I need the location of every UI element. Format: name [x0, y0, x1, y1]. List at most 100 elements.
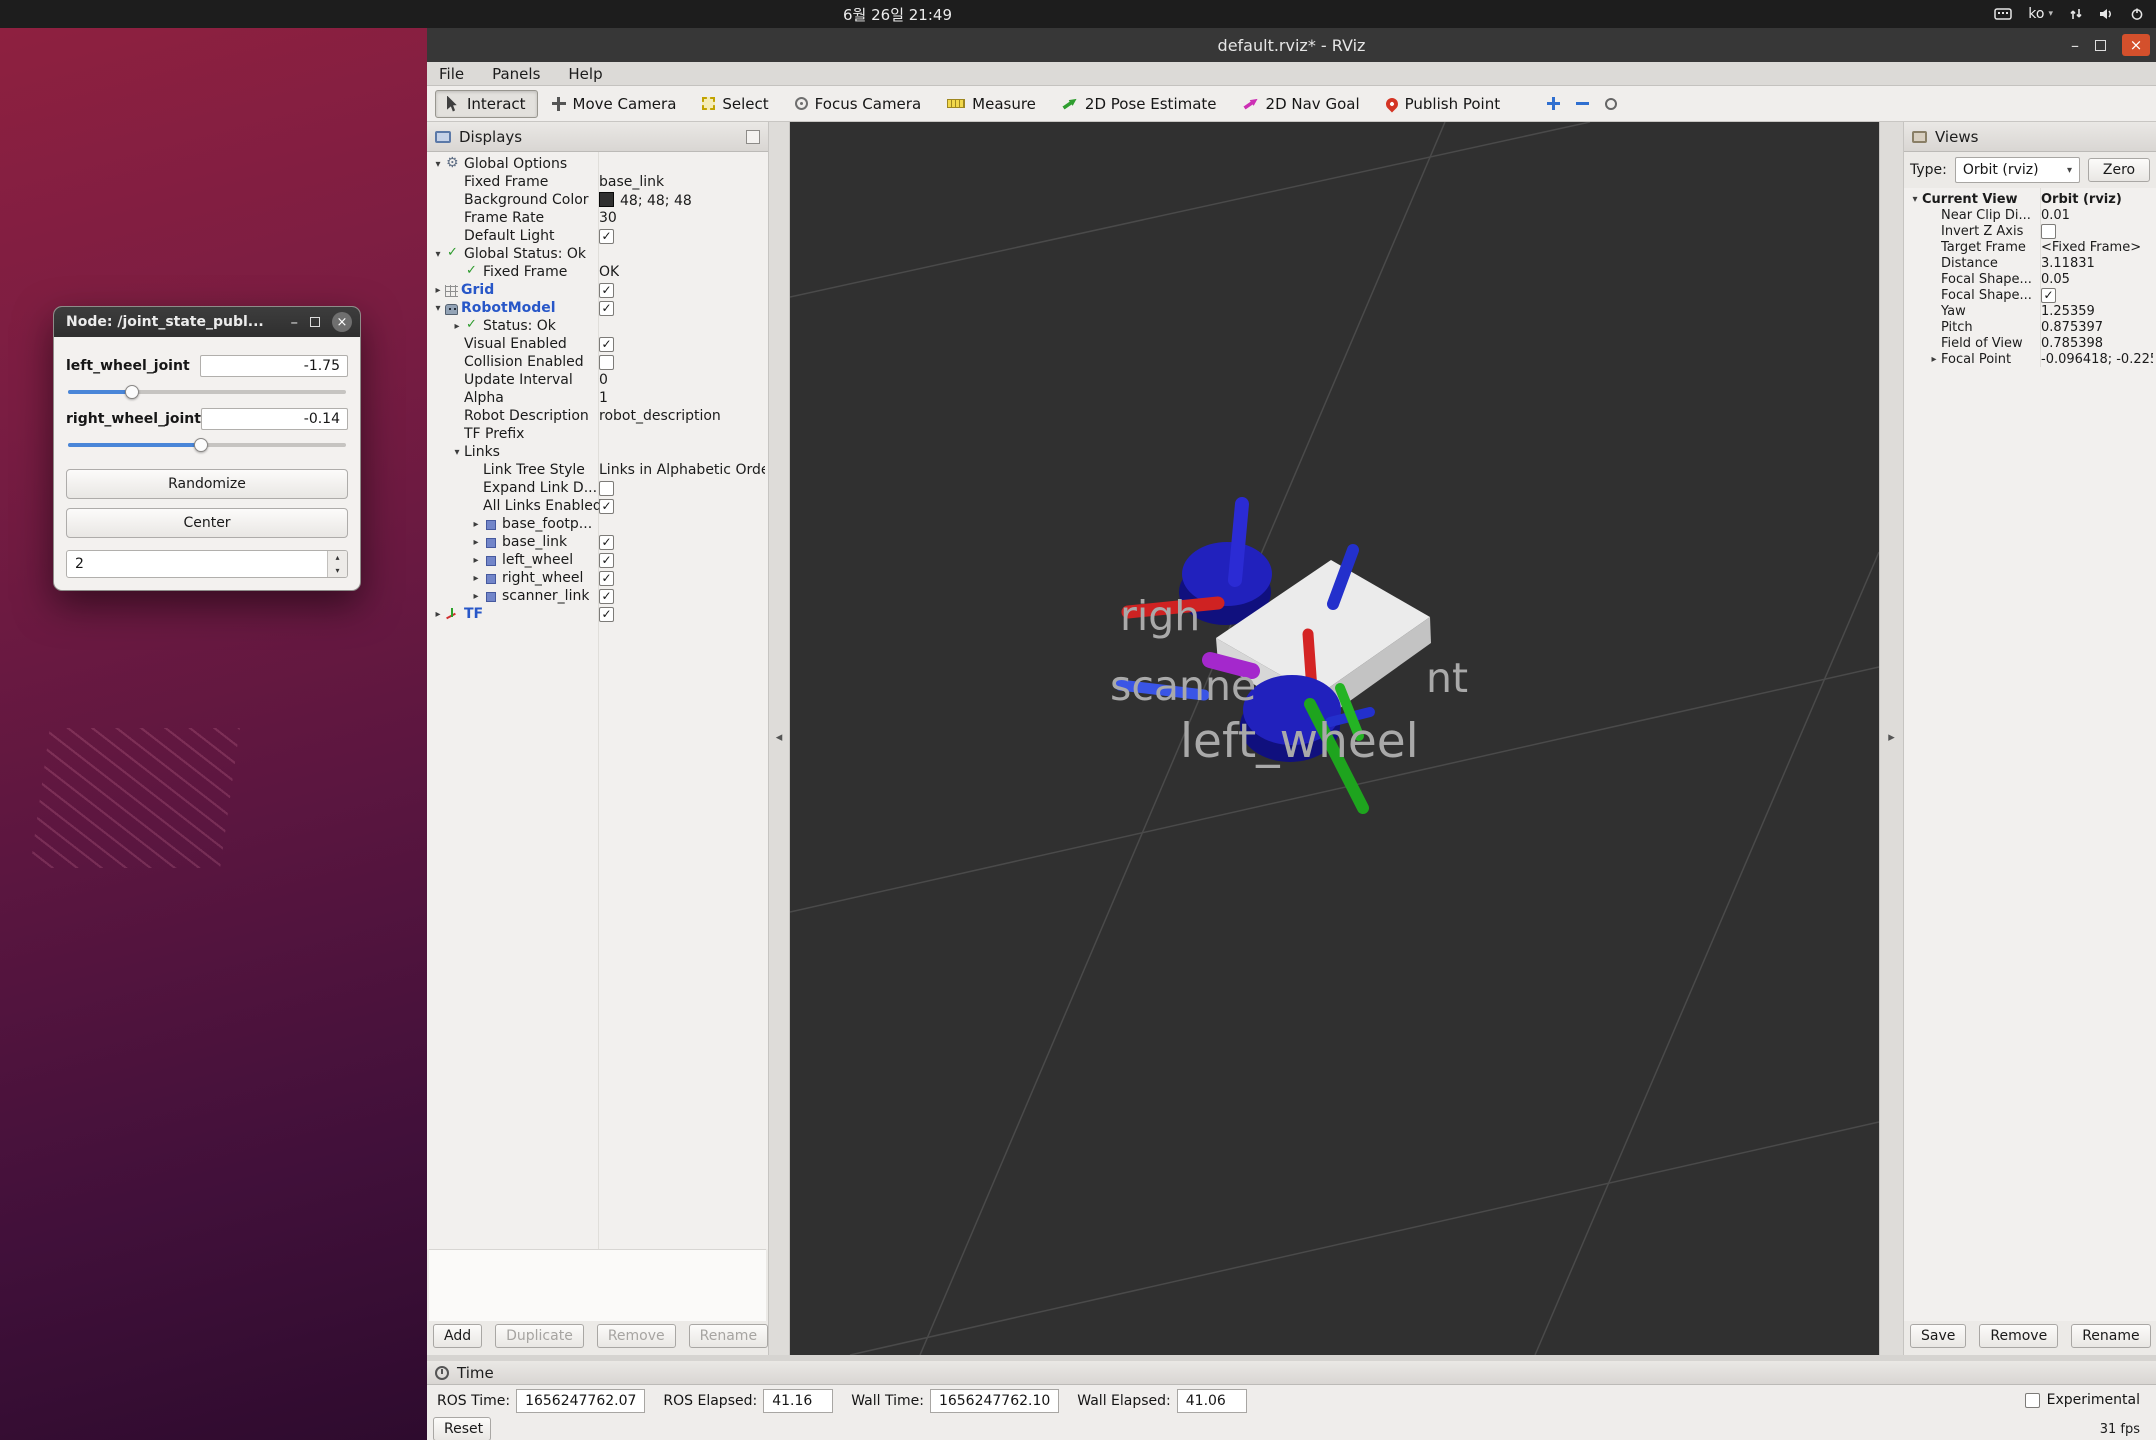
spin-down-button[interactable]: ▾: [328, 564, 347, 577]
checkbox[interactable]: [599, 589, 614, 604]
checkbox[interactable]: [2041, 288, 2056, 303]
expander-icon[interactable]: ▸: [431, 285, 445, 296]
close-button[interactable]: ×: [332, 312, 352, 332]
views-panel-header[interactable]: Views: [1904, 122, 2156, 152]
reset-button[interactable]: Reset: [433, 1417, 491, 1440]
volume-icon[interactable]: [2099, 7, 2114, 21]
property-row[interactable]: ▸ scanner_link: [427, 587, 768, 605]
maximize-button[interactable]: [2095, 40, 2106, 51]
3d-viewport[interactable]: righ scanne nt left_wheel: [790, 122, 1879, 1355]
select-tool-button[interactable]: Select: [690, 90, 780, 118]
joint-value-input[interactable]: -1.75: [200, 355, 348, 377]
expander-icon[interactable]: ▸: [469, 555, 483, 566]
publish-point-tool-button[interactable]: Publish Point: [1374, 90, 1512, 118]
property-row[interactable]: ▾ Links: [427, 443, 768, 461]
input-source-indicator[interactable]: ko ▾: [2028, 6, 2053, 22]
add-display-button[interactable]: Add: [433, 1324, 482, 1348]
property-row[interactable]: Distance 3.11831: [1904, 255, 2156, 271]
menu-file[interactable]: File: [439, 65, 464, 83]
expander-icon[interactable]: ▸: [469, 537, 483, 548]
focus-camera-tool-button[interactable]: Focus Camera: [783, 90, 933, 118]
displays-panel-header[interactable]: Displays: [427, 122, 768, 152]
expander-icon[interactable]: ▾: [1908, 194, 1922, 205]
checkbox[interactable]: [599, 337, 614, 352]
interact-tool-button[interactable]: Interact: [435, 90, 538, 118]
wall-time-input[interactable]: 1656247762.10: [930, 1389, 1059, 1413]
property-row[interactable]: ▸ Status: Ok: [427, 317, 768, 335]
property-row[interactable]: ▸ Grid: [427, 281, 768, 299]
property-row[interactable]: ▸ base_link: [427, 533, 768, 551]
collapse-left-icon[interactable]: ◂: [776, 730, 783, 745]
clock[interactable]: 6월 26일 21:49: [843, 0, 952, 28]
maximize-button[interactable]: [310, 317, 320, 327]
property-row[interactable]: Invert Z Axis: [1904, 223, 2156, 239]
tool-properties-button[interactable]: [1598, 90, 1624, 118]
minimize-button[interactable]: –: [291, 313, 299, 331]
close-button[interactable]: ×: [2122, 34, 2150, 56]
rename-display-button[interactable]: Rename: [689, 1324, 768, 1348]
randomize-button[interactable]: Randomize: [66, 469, 348, 499]
property-row[interactable]: ▸ base_footp...: [427, 515, 768, 533]
zero-button[interactable]: Zero: [2088, 158, 2150, 182]
property-row[interactable]: TF Prefix: [427, 425, 768, 443]
panel-splitter-right[interactable]: ▸: [1879, 122, 1903, 1355]
property-row[interactable]: ▾ Global Options: [427, 155, 768, 173]
expander-icon[interactable]: ▾: [431, 249, 445, 260]
checkbox[interactable]: [599, 229, 614, 244]
measure-tool-button[interactable]: Measure: [935, 90, 1048, 118]
checkbox[interactable]: [599, 355, 614, 370]
spinbox[interactable]: 2 ▴ ▾: [66, 550, 348, 578]
property-row[interactable]: ▸ right_wheel: [427, 569, 768, 587]
ros-time-input[interactable]: 1656247762.07: [516, 1389, 645, 1413]
property-row[interactable]: ▾ Global Status: Ok: [427, 245, 768, 263]
power-icon[interactable]: [2130, 7, 2144, 21]
property-row[interactable]: ▸ TF: [427, 605, 768, 623]
menu-panels[interactable]: Panels: [492, 65, 540, 83]
property-row[interactable]: Yaw 1.25359: [1904, 303, 2156, 319]
expander-icon[interactable]: ▾: [431, 159, 445, 170]
expander-icon[interactable]: ▸: [469, 519, 483, 530]
pose-estimate-tool-button[interactable]: 2D Pose Estimate: [1050, 90, 1229, 118]
wall-elapsed-input[interactable]: 41.06: [1177, 1389, 1247, 1413]
keyboard-layout-icon[interactable]: [1994, 7, 2012, 21]
checkbox[interactable]: [599, 553, 614, 568]
expander-icon[interactable]: ▾: [450, 447, 464, 458]
property-row[interactable]: Fixed Frame base_link: [427, 173, 768, 191]
property-row[interactable]: Frame Rate 30: [427, 209, 768, 227]
property-row[interactable]: Robot Description robot_description: [427, 407, 768, 425]
checkbox[interactable]: [2041, 224, 2056, 239]
property-row[interactable]: Default Light: [427, 227, 768, 245]
remove-view-button[interactable]: Remove: [1979, 1324, 2058, 1348]
move-camera-tool-button[interactable]: Move Camera: [540, 90, 689, 118]
property-row[interactable]: Near Clip Di... 0.01: [1904, 207, 2156, 223]
checkbox[interactable]: [599, 301, 614, 316]
window-titlebar[interactable]: default.rviz* - RViz – ×: [427, 28, 2156, 62]
spin-up-button[interactable]: ▴: [328, 551, 347, 564]
checkbox[interactable]: [599, 571, 614, 586]
minimize-button[interactable]: –: [2071, 36, 2079, 55]
duplicate-display-button[interactable]: Duplicate: [495, 1324, 584, 1348]
property-row[interactable]: Fixed Frame OK: [427, 263, 768, 281]
window-titlebar[interactable]: Node: /joint_state_publ... – ×: [54, 307, 360, 337]
remove-tool-button[interactable]: [1569, 90, 1596, 118]
rename-view-button[interactable]: Rename: [2071, 1324, 2150, 1348]
joint-slider[interactable]: [68, 384, 346, 400]
property-row[interactable]: Focal Shape...: [1904, 287, 2156, 303]
checkbox[interactable]: [599, 535, 614, 550]
view-type-combobox[interactable]: Orbit (rviz) ▾: [1955, 157, 2080, 183]
panel-splitter-left[interactable]: ◂: [769, 122, 790, 1355]
property-row[interactable]: ▸ Focal Point -0.096418; -0.2256...: [1904, 351, 2156, 367]
collapse-right-icon[interactable]: ▸: [1888, 730, 1895, 745]
add-tool-button[interactable]: [1540, 90, 1567, 118]
checkbox[interactable]: [599, 283, 614, 298]
menu-help[interactable]: Help: [568, 65, 602, 83]
expander-icon[interactable]: ▸: [469, 591, 483, 602]
property-row[interactable]: Focal Shape... 0.05: [1904, 271, 2156, 287]
ros-elapsed-input[interactable]: 41.16: [763, 1389, 833, 1413]
save-view-button[interactable]: Save: [1910, 1324, 1966, 1348]
checkbox[interactable]: [599, 499, 614, 514]
nav-goal-tool-button[interactable]: 2D Nav Goal: [1231, 90, 1372, 118]
property-row[interactable]: Alpha 1: [427, 389, 768, 407]
property-row[interactable]: Update Interval 0: [427, 371, 768, 389]
checkbox[interactable]: [599, 607, 614, 622]
